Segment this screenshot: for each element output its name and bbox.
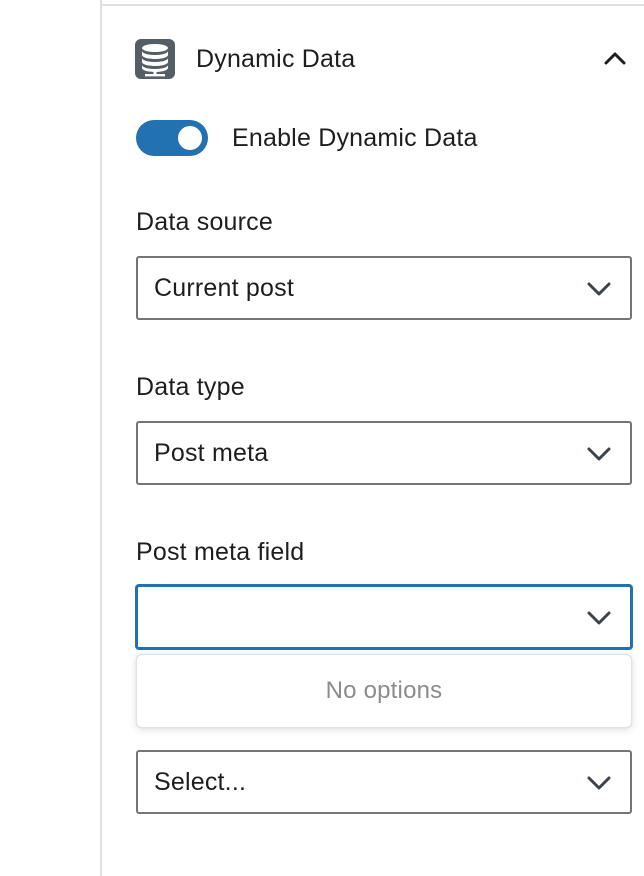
post-meta-field-select[interactable] bbox=[136, 585, 632, 649]
post-meta-field-dropdown: No options bbox=[136, 654, 632, 728]
data-source-select[interactable]: Current post bbox=[136, 256, 632, 320]
select-value: Select... bbox=[154, 767, 247, 796]
data-type-value: Post meta bbox=[154, 438, 269, 467]
settings-sidebar: Dynamic Data Enable Dynamic Data Data so… bbox=[100, 0, 644, 876]
panel-title: Dynamic Data bbox=[196, 44, 356, 73]
toggle-knob bbox=[178, 126, 202, 150]
enable-dynamic-data-toggle[interactable] bbox=[136, 120, 208, 156]
database-icon bbox=[135, 39, 175, 79]
divider bbox=[102, 4, 644, 6]
editor-canvas-edge bbox=[0, 0, 100, 876]
data-source-label: Data source bbox=[136, 208, 273, 236]
post-meta-field-label: Post meta field bbox=[136, 538, 305, 566]
chevron-down-icon bbox=[587, 447, 611, 461]
data-type-label: Data type bbox=[136, 373, 245, 401]
select-dropdown[interactable]: Select... bbox=[136, 750, 632, 814]
data-source-value: Current post bbox=[154, 273, 294, 302]
panel-header-toggle[interactable]: Dynamic Data bbox=[134, 38, 628, 80]
page: Dynamic Data Enable Dynamic Data Data so… bbox=[0, 0, 644, 876]
no-options-message: No options bbox=[325, 677, 443, 704]
chevron-down-icon bbox=[587, 776, 611, 790]
data-type-select[interactable]: Post meta bbox=[136, 421, 632, 485]
chevron-down-icon bbox=[587, 282, 611, 296]
chevron-up-icon[interactable] bbox=[602, 46, 628, 72]
toggle-label[interactable]: Enable Dynamic Data bbox=[232, 124, 478, 153]
enable-dynamic-data-row: Enable Dynamic Data bbox=[136, 119, 478, 157]
chevron-down-icon bbox=[587, 611, 611, 625]
